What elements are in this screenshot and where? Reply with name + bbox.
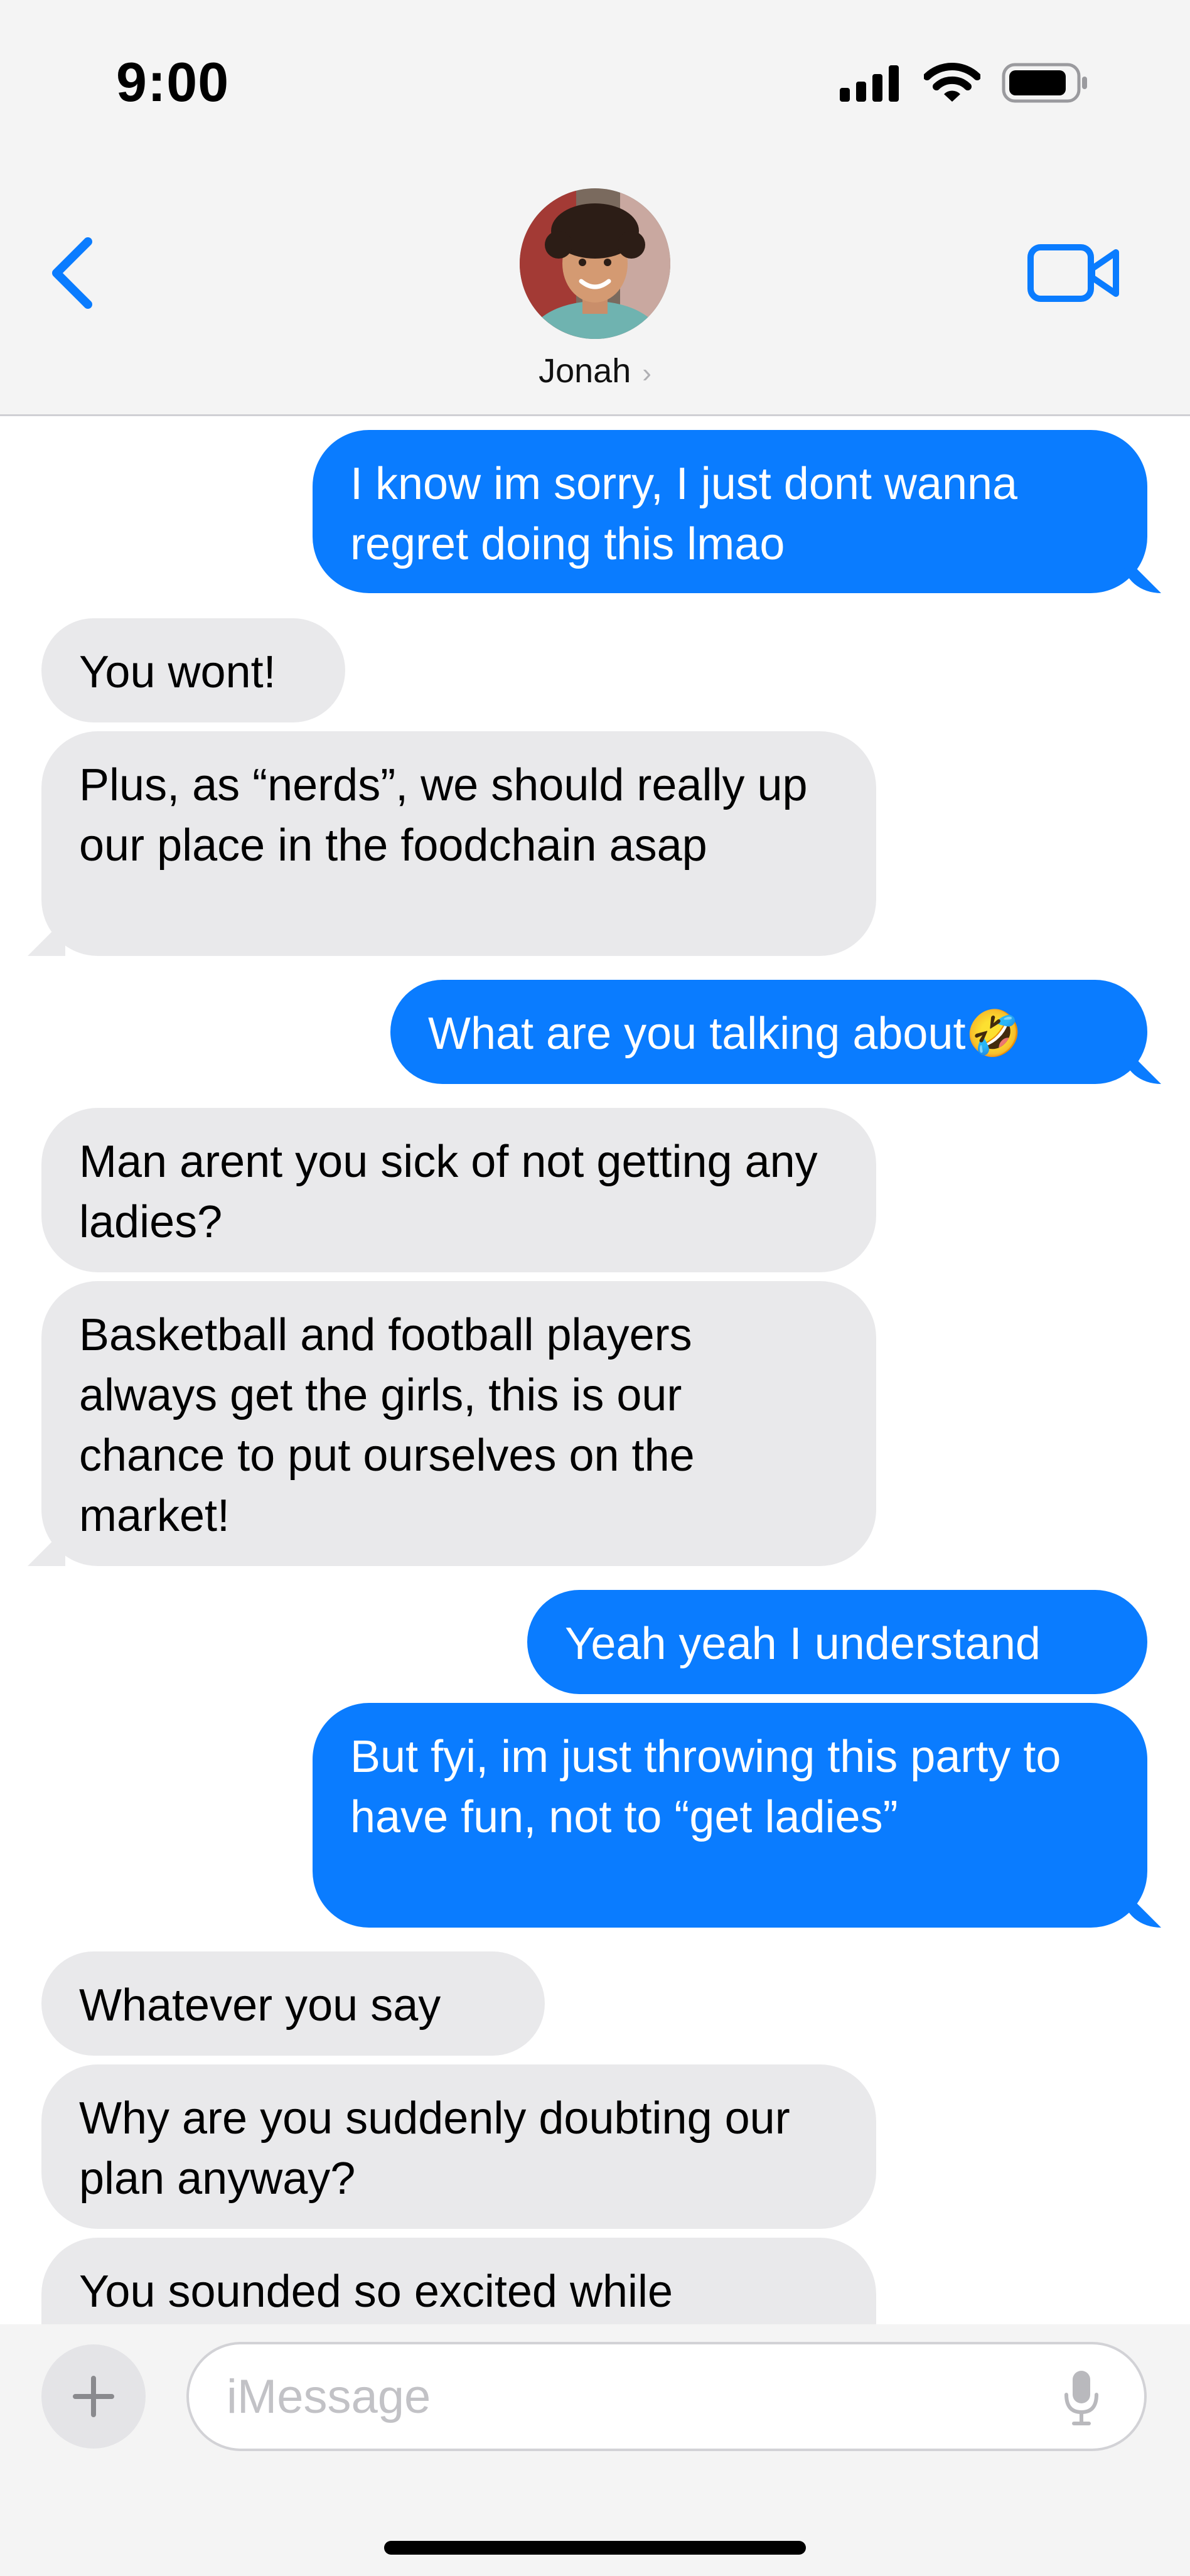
- add-attachment-button[interactable]: [41, 2344, 146, 2449]
- signal-icon: [840, 65, 899, 102]
- message-bubble-sent[interactable]: What are you talking about🤣: [390, 980, 1147, 1084]
- message-composer: iMessage: [0, 2324, 1190, 2576]
- message-bubble-received[interactable]: Why are you suddenly doubting our plan a…: [41, 2064, 876, 2229]
- chevron-right-icon: ›: [642, 358, 651, 389]
- mic-icon[interactable]: [1063, 2369, 1100, 2426]
- message-bubble-sent[interactable]: Yeah yeah I understand: [527, 1590, 1147, 1694]
- plus-icon: [73, 2376, 114, 2417]
- message-bubble-received[interactable]: Plus, as “nerds”, we should really up ou…: [41, 731, 876, 956]
- contact-name: Jonah: [539, 352, 631, 390]
- message-bubble-received[interactable]: You sounded so excited while: [41, 2238, 876, 2324]
- message-bubble-received[interactable]: You wont!: [41, 618, 345, 722]
- conversation-header: Jonah ›: [0, 163, 1190, 416]
- message-bubble-sent[interactable]: But fyi, im just throwing this party to …: [313, 1703, 1147, 1928]
- contact-avatar[interactable]: [520, 188, 670, 339]
- message-bubble-received[interactable]: Man arent you sick of not getting any la…: [41, 1108, 876, 1272]
- video-call-icon[interactable]: [1027, 239, 1121, 308]
- message-input-placeholder: iMessage: [227, 2370, 431, 2423]
- contact-name-row[interactable]: Jonah ›: [0, 352, 1190, 390]
- wifi-icon: [924, 63, 980, 102]
- message-bubble-received[interactable]: Whatever you say: [41, 1951, 545, 2056]
- message-thread[interactable]: I know im sorry, I just dont wanna regre…: [0, 416, 1190, 2324]
- message-bubble-received[interactable]: Basketball and football players always g…: [41, 1281, 876, 1566]
- status-bar: 9:00: [0, 0, 1190, 163]
- back-chevron-icon[interactable]: [44, 232, 100, 314]
- message-bubble-sent[interactable]: I know im sorry, I just dont wanna regre…: [313, 430, 1147, 593]
- status-time: 9:00: [116, 51, 230, 113]
- avatar-image: [520, 188, 670, 339]
- battery-icon: [1002, 63, 1087, 103]
- status-icons: [840, 63, 1090, 103]
- message-input[interactable]: iMessage: [186, 2342, 1147, 2451]
- home-indicator[interactable]: [384, 2541, 806, 2555]
